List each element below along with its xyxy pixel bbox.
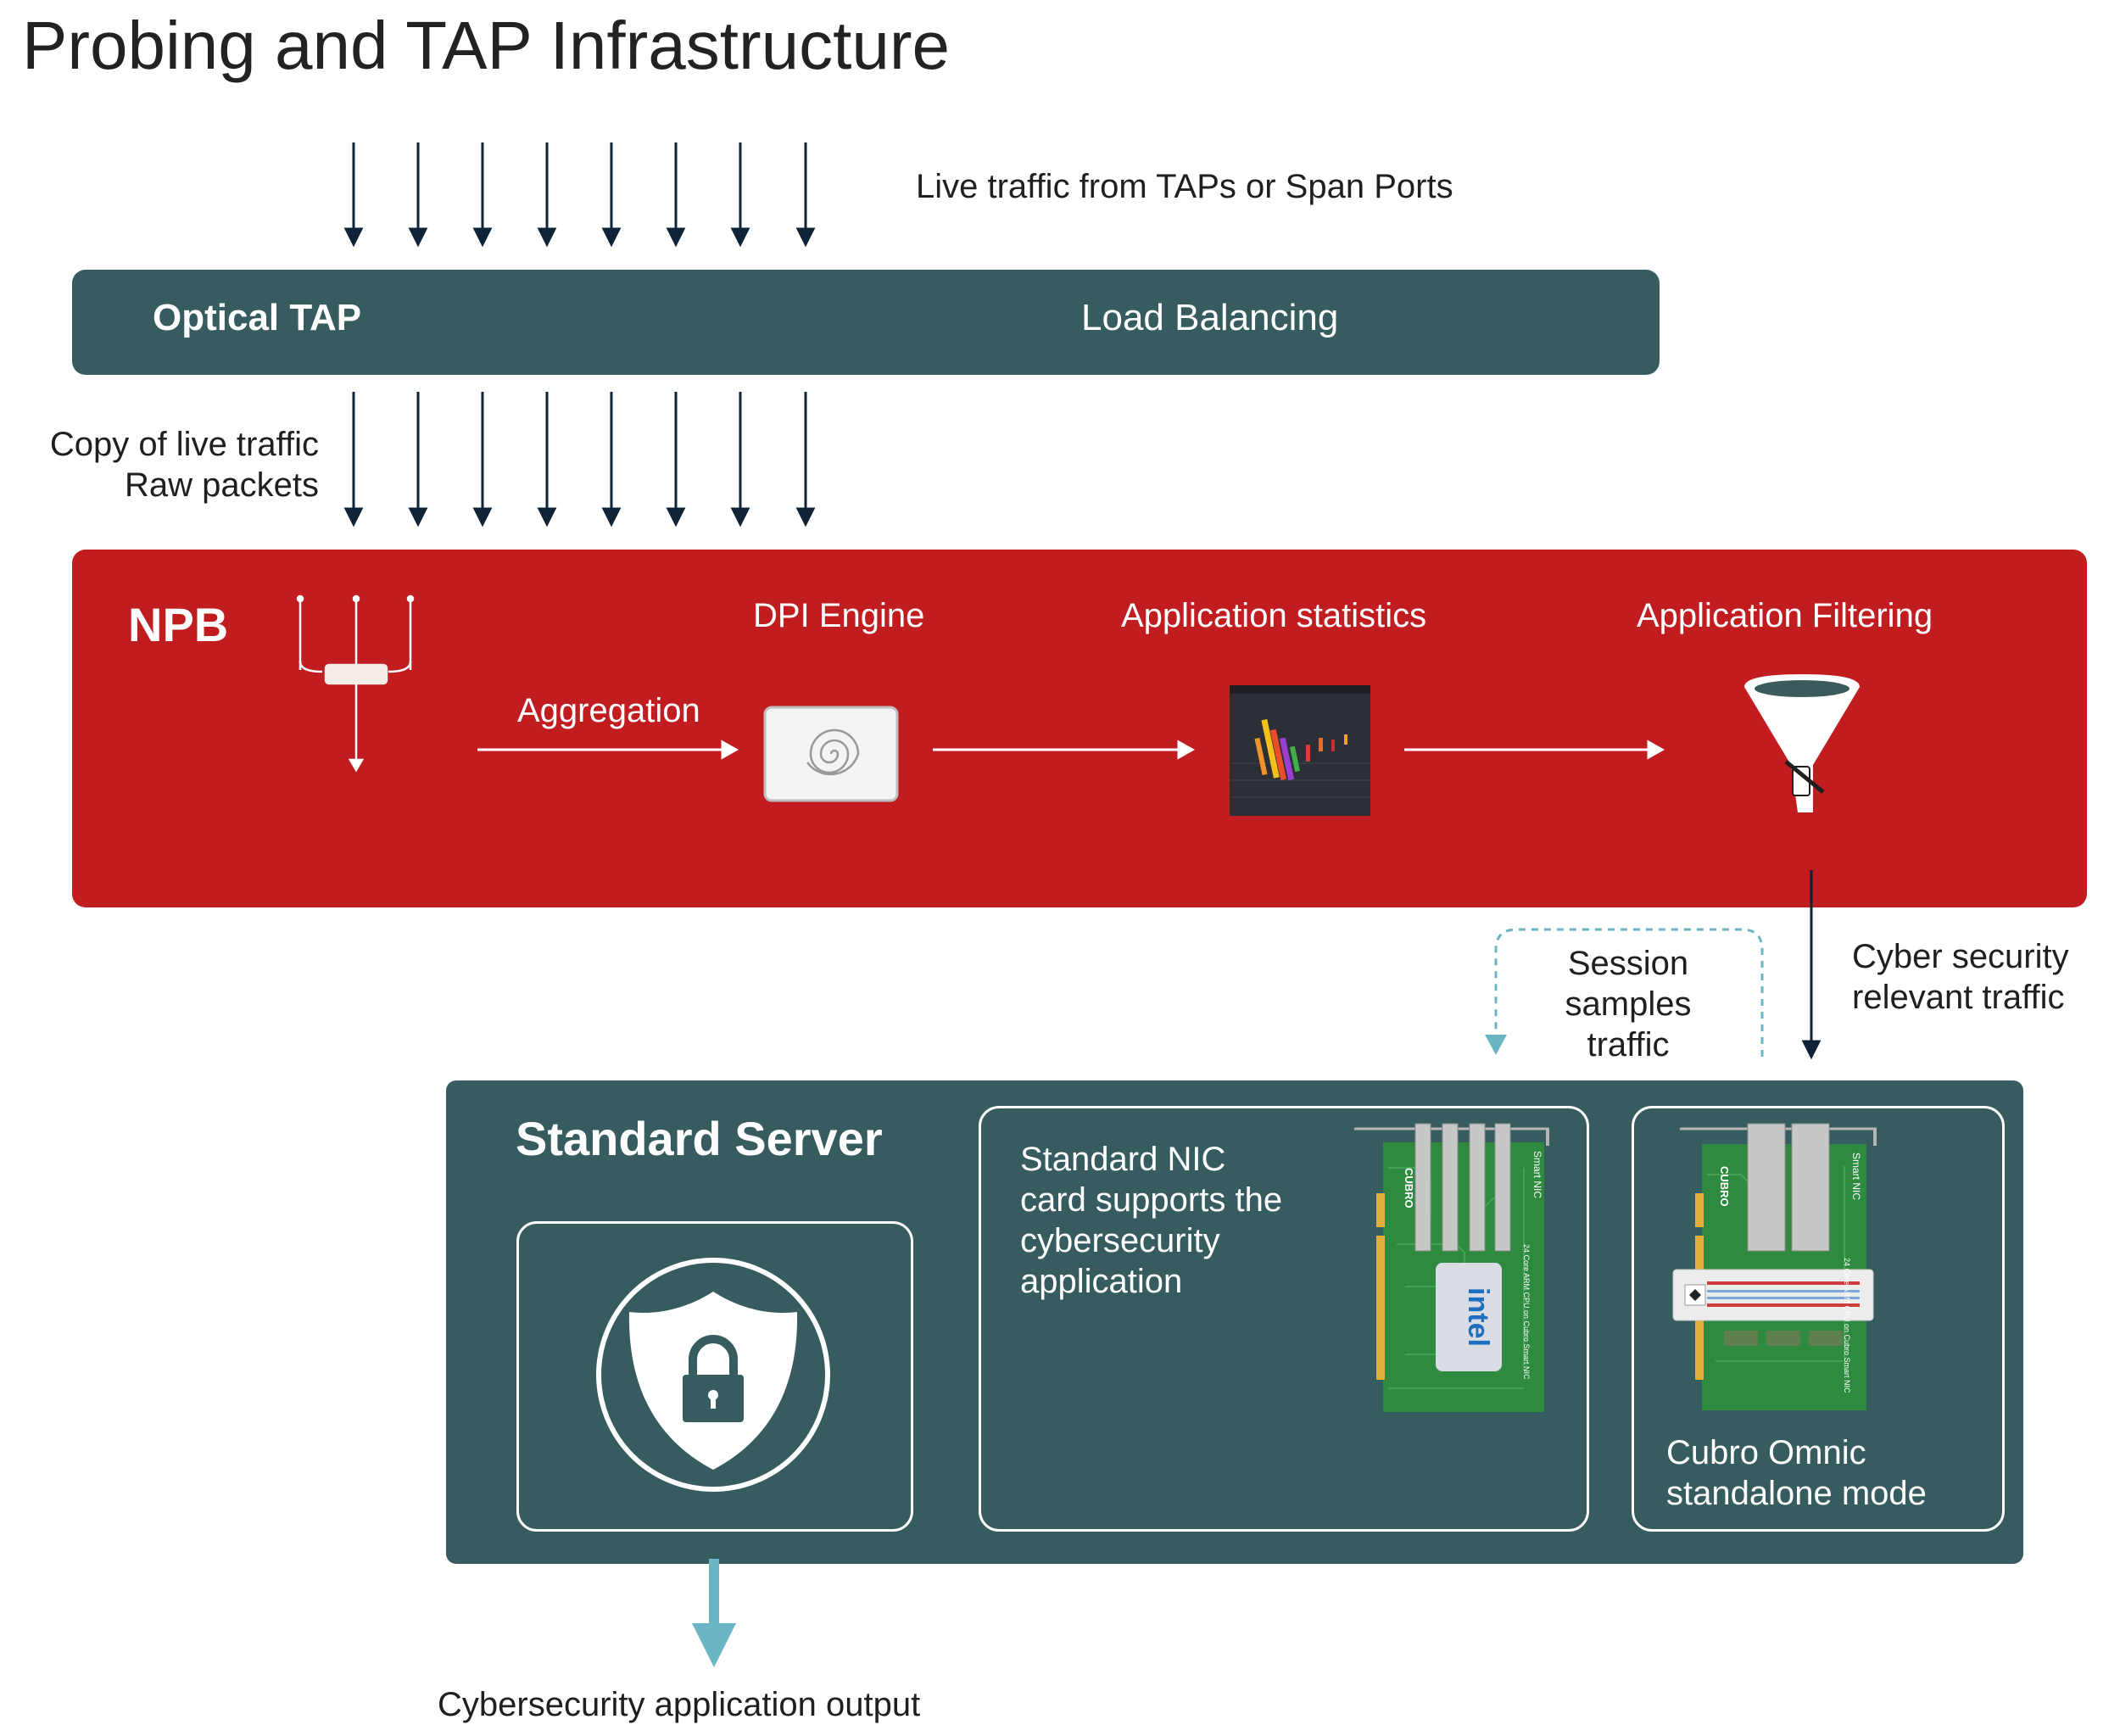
output-label: Cybersecurity application output xyxy=(438,1686,921,1723)
output-arrow-layer xyxy=(692,1559,736,1667)
output-arrow xyxy=(692,1559,736,1667)
